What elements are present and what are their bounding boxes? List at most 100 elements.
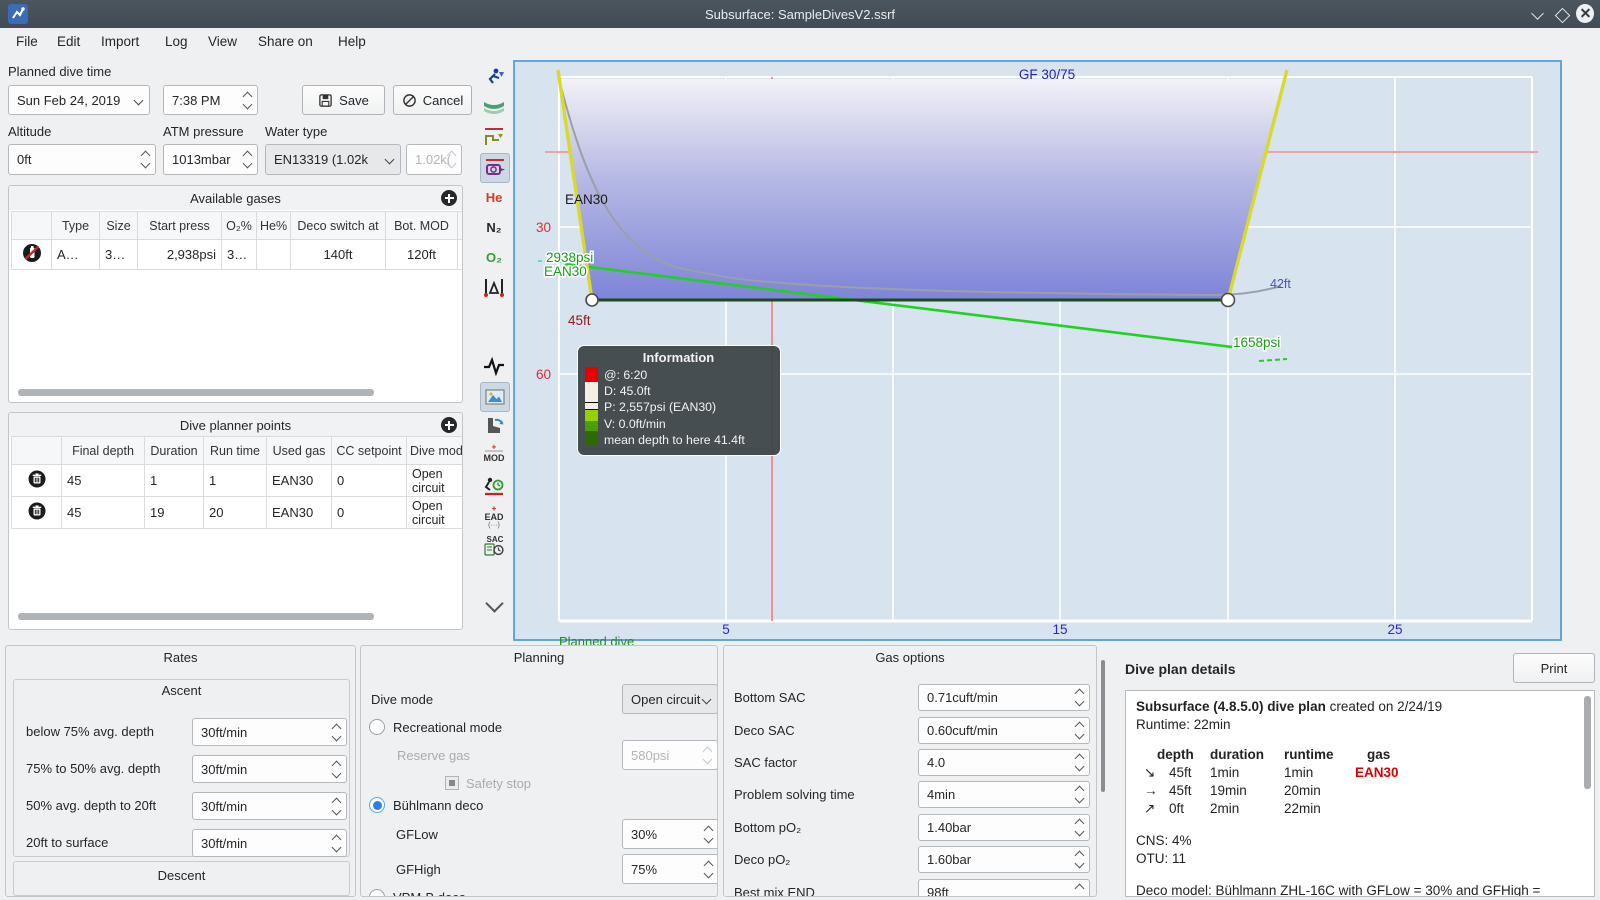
gas-o2[interactable]: 3… [221, 239, 257, 270]
col-dive-mode[interactable]: Dive mode [406, 436, 462, 465]
col-size[interactable]: Size [99, 211, 138, 240]
col-he[interactable]: He% [256, 211, 291, 240]
plan-scrollbar[interactable] [1584, 696, 1591, 789]
information-tooltip[interactable]: Information @: 6:20 D: 45.0ft P: 2,557ps… [577, 345, 781, 457]
point-row[interactable]: 45 19 20 EAN30 0 Open circuit [11, 496, 462, 529]
best-mix-end-spinbox[interactable]: 98ft [918, 879, 1090, 896]
gas-row[interactable]: A… 3… 2,938psi 3… 140ft 120ft 98f [11, 239, 462, 270]
cylinder-delete-cell[interactable] [11, 239, 52, 270]
ascent-rate-50-20-spinbox[interactable]: 30ft/min [192, 792, 347, 820]
menu-import[interactable]: Import [101, 34, 139, 49]
bottom-sac-spinbox[interactable]: 0.71cuft/min [918, 684, 1090, 711]
ceiling-icon[interactable] [480, 123, 508, 151]
gas-mnd[interactable]: 98f [457, 239, 462, 270]
ascent-rate-75-50-spinbox[interactable]: 30ft/min [192, 755, 347, 783]
add-gas-button[interactable] [441, 190, 457, 206]
dive-planner-icon[interactable] [480, 63, 508, 91]
delete-point-cell[interactable] [11, 464, 62, 497]
minimize-button[interactable] [1528, 6, 1546, 24]
dive-profile-chart[interactable]: GF 30/75 30 60 5 15 25 EAN30 2938psi EAN… [513, 60, 1562, 649]
points-horizontal-scrollbar[interactable] [18, 613, 374, 620]
gas-size[interactable]: 3… [99, 239, 138, 270]
photos-icon[interactable] [480, 382, 510, 412]
col-used-gas[interactable]: Used gas [266, 436, 332, 465]
close-button[interactable] [1576, 3, 1594, 23]
point-duration[interactable]: 1 [144, 464, 204, 497]
col-bot-mod[interactable]: Bot. MOD [385, 211, 458, 240]
gas-deco-switch[interactable]: 140ft [290, 239, 386, 270]
gas-he[interactable] [256, 239, 291, 270]
menu-edit[interactable]: Edit [57, 34, 80, 49]
vpmb-deco-radio[interactable] [369, 889, 385, 896]
point-mode[interactable]: Open circuit [406, 496, 462, 529]
bailout-icon[interactable] [480, 412, 508, 440]
dive-mode-combo[interactable]: Open circuit [622, 684, 717, 714]
altitude-spinbox[interactable]: 0ft [8, 144, 156, 175]
menu-help[interactable]: Help [338, 34, 366, 49]
nitrogen-icon[interactable]: N₂ [480, 213, 508, 241]
dive-point-handle[interactable] [585, 293, 599, 307]
dive-plan-text[interactable]: Subsurface (4.8.5.0) dive plan created o… [1125, 690, 1595, 897]
setpoint-icon[interactable] [480, 153, 510, 183]
point-gas[interactable]: EAN30 [266, 464, 332, 497]
save-button[interactable]: Save [302, 85, 385, 115]
gas-type[interactable]: A… [51, 239, 100, 270]
mod-icon[interactable]: + MOD [480, 442, 508, 470]
safety-stop-checkbox[interactable] [445, 776, 459, 790]
deco-po2-spinbox[interactable]: 1.60bar [918, 846, 1090, 873]
ascent-rate-75-spinbox[interactable]: 30ft/min [192, 718, 347, 746]
splitter-handle[interactable] [1101, 660, 1105, 792]
point-runtime[interactable]: 20 [203, 496, 267, 529]
salinity-waves-icon[interactable] [480, 93, 508, 121]
maximize-button[interactable] [1553, 6, 1571, 24]
add-point-button[interactable] [441, 417, 457, 433]
gas-start-press[interactable]: 2,938psi [137, 239, 222, 270]
point-setpoint[interactable]: 0 [331, 496, 407, 529]
gas-bot-mod[interactable]: 120ft [385, 239, 458, 270]
deco-sac-spinbox[interactable]: 0.60cuft/min [918, 717, 1090, 744]
col-final-depth[interactable]: Final depth [61, 436, 145, 465]
sac-factor-spinbox[interactable]: 4.0 [918, 749, 1090, 776]
toolbar-collapse-chevron-icon[interactable] [480, 592, 508, 620]
col-start-press[interactable]: Start press [137, 211, 222, 240]
point-setpoint[interactable]: 0 [331, 464, 407, 497]
menu-file[interactable]: File [16, 34, 38, 49]
menu-share-on[interactable]: Share on [258, 34, 313, 49]
sac-rate-icon[interactable]: SAC [480, 532, 508, 560]
ead-icon[interactable]: + EAD (···) [480, 502, 508, 530]
spin-arrows[interactable] [242, 91, 253, 109]
ruler-delta-icon[interactable] [480, 273, 508, 301]
point-duration[interactable]: 19 [144, 496, 204, 529]
heartrate-icon[interactable] [480, 352, 508, 380]
point-mode[interactable]: Open circuit [406, 464, 462, 497]
problem-solving-time-spinbox[interactable]: 4min [918, 781, 1090, 808]
dive-point-handle[interactable] [1220, 292, 1236, 308]
point-runtime[interactable]: 1 [203, 464, 267, 497]
col-type[interactable]: Type [51, 211, 100, 240]
titlebar[interactable]: Subsurface: SampleDivesV2.ssrf [0, 0, 1600, 28]
recreational-mode-radio[interactable] [369, 719, 385, 735]
point-gas[interactable]: EAN30 [266, 496, 332, 529]
oxygen-icon[interactable]: O₂ [480, 243, 508, 271]
delete-point-cell[interactable] [11, 496, 62, 529]
water-type-combo[interactable]: EN13319 (1.02k [265, 144, 401, 175]
menu-view[interactable]: View [208, 34, 237, 49]
point-depth[interactable]: 45 [61, 496, 145, 529]
gflow-spinbox[interactable]: 30% [622, 819, 717, 849]
col-o2[interactable]: O₂% [221, 211, 257, 240]
col-duration[interactable]: Duration [144, 436, 204, 465]
buhlmann-deco-radio[interactable] [369, 797, 385, 813]
ndl-clock-icon[interactable] [480, 472, 508, 500]
atm-pressure-spinbox[interactable]: 1013mbar [163, 144, 258, 175]
gases-horizontal-scrollbar[interactable] [18, 389, 374, 396]
menu-log[interactable]: Log [165, 34, 188, 49]
point-depth[interactable]: 45 [61, 464, 145, 497]
dive-date-combo[interactable]: Sun Feb 24, 2019 [8, 85, 150, 115]
ascent-rate-20-surface-spinbox[interactable]: 30ft/min [192, 829, 347, 857]
print-button[interactable]: Print [1513, 653, 1595, 683]
col-run-time[interactable]: Run time [203, 436, 267, 465]
col-mnd[interactable]: MND [457, 211, 462, 240]
bottom-po2-spinbox[interactable]: 1.40bar [918, 814, 1090, 841]
point-row[interactable]: 45 1 1 EAN30 0 Open circuit [11, 464, 462, 497]
gfhigh-spinbox[interactable]: 75% [622, 854, 717, 884]
